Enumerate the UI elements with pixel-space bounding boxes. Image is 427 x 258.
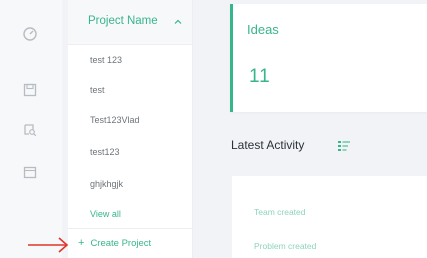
latest-activity-title: Latest Activity bbox=[231, 138, 305, 152]
projects-panel-header[interactable]: Project Name bbox=[68, 0, 192, 45]
project-list-item[interactable]: test 123 bbox=[90, 55, 122, 65]
icon-rail bbox=[0, 0, 62, 258]
project-name-header[interactable]: Project Name bbox=[88, 15, 158, 27]
dashboard-icon[interactable] bbox=[22, 26, 38, 42]
activity-item[interactable]: Problem created bbox=[254, 241, 316, 251]
app-window: Project Name test 123 test Test123Vlad t… bbox=[0, 0, 427, 258]
filter-icon[interactable] bbox=[338, 141, 350, 151]
ideas-card[interactable]: Ideas 11 bbox=[230, 4, 427, 112]
search-user-icon[interactable] bbox=[22, 122, 38, 138]
calendar-icon[interactable] bbox=[22, 164, 38, 180]
projects-panel-footer: + Create Project bbox=[68, 228, 192, 258]
annotation-arrow bbox=[28, 237, 69, 253]
project-list-item[interactable]: ghjkhgjk bbox=[90, 179, 123, 189]
chevron-up-icon[interactable] bbox=[174, 18, 182, 26]
activity-item[interactable]: Team created bbox=[254, 207, 306, 217]
ideas-label: Ideas bbox=[247, 22, 279, 37]
project-list-item[interactable]: test123 bbox=[90, 147, 120, 157]
create-project-button[interactable]: + Create Project bbox=[78, 237, 151, 249]
plus-icon: + bbox=[78, 237, 85, 249]
ideas-count: 11 bbox=[249, 66, 271, 87]
project-list-item[interactable]: test bbox=[90, 85, 105, 95]
create-project-label: Create Project bbox=[90, 237, 152, 249]
view-all-link[interactable]: View all bbox=[90, 209, 121, 219]
projects-panel: Project Name test 123 test Test123Vlad t… bbox=[68, 0, 193, 258]
save-icon[interactable] bbox=[22, 82, 38, 98]
activity-feed: Team created Problem created bbox=[232, 176, 427, 258]
project-list-item[interactable]: Test123Vlad bbox=[90, 115, 140, 125]
